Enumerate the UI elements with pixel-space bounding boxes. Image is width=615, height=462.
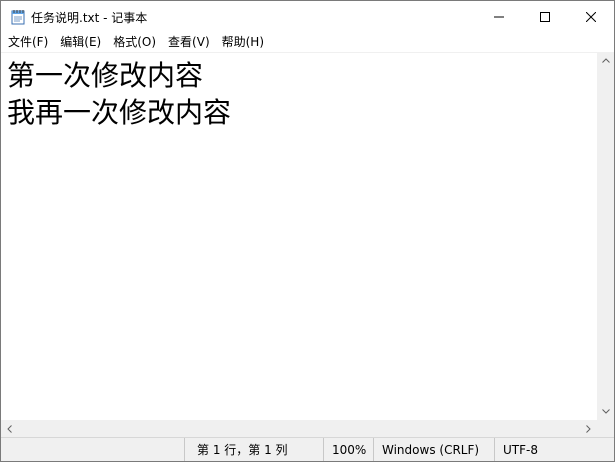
scroll-up-button[interactable] — [597, 52, 614, 69]
close-icon — [586, 12, 596, 22]
status-zoom: 100% — [323, 438, 372, 461]
close-button[interactable] — [568, 1, 614, 33]
maximize-button[interactable] — [522, 1, 568, 33]
vertical-scrollbar[interactable] — [597, 52, 614, 420]
title-bar[interactable]: 任务说明.txt - 记事本 — [1, 1, 614, 33]
chevron-right-icon — [586, 424, 591, 433]
menu-help[interactable]: 帮助(H) — [216, 33, 270, 52]
status-encoding: UTF-8 — [494, 438, 603, 461]
status-bar: 第 1 行，第 1 列 100% Windows (CRLF) UTF-8 — [1, 437, 614, 461]
scroll-left-button[interactable] — [1, 420, 18, 437]
text-editor[interactable]: 第一次修改内容 我再一次修改内容 — [1, 52, 597, 421]
maximize-icon — [540, 12, 550, 22]
scroll-down-button[interactable] — [597, 403, 614, 420]
status-cursor-position: 第 1 行，第 1 列 — [184, 438, 328, 461]
chevron-left-icon — [7, 424, 12, 433]
notepad-window: 任务说明.txt - 记事本 文件(F) 编辑(E) 格式(O) 查看(V) 帮… — [0, 0, 615, 462]
menu-view[interactable]: 查看(V) — [162, 33, 216, 52]
status-line-ending: Windows (CRLF) — [373, 438, 492, 461]
menu-edit[interactable]: 编辑(E) — [54, 33, 107, 52]
minimize-button[interactable] — [476, 1, 522, 33]
editor-line: 我再一次修改内容 — [7, 96, 232, 129]
caption-buttons — [476, 1, 614, 33]
menu-format[interactable]: 格式(O) — [107, 33, 162, 52]
chevron-down-icon — [601, 409, 610, 414]
window-title: 任务说明.txt - 记事本 — [31, 10, 148, 25]
menu-file[interactable]: 文件(F) — [1, 33, 54, 52]
editor-content[interactable]: 第一次修改内容 我再一次修改内容 — [7, 57, 231, 131]
horizontal-scrollbar[interactable] — [1, 420, 597, 437]
scrollbar-corner — [597, 420, 614, 437]
chevron-up-icon — [601, 58, 610, 63]
scroll-right-button[interactable] — [580, 420, 597, 437]
notepad-icon[interactable] — [11, 9, 25, 25]
editor-line: 第一次修改内容 — [7, 59, 204, 92]
minimize-icon — [494, 16, 504, 18]
menu-bar: 文件(F) 编辑(E) 格式(O) 查看(V) 帮助(H) — [1, 33, 614, 52]
